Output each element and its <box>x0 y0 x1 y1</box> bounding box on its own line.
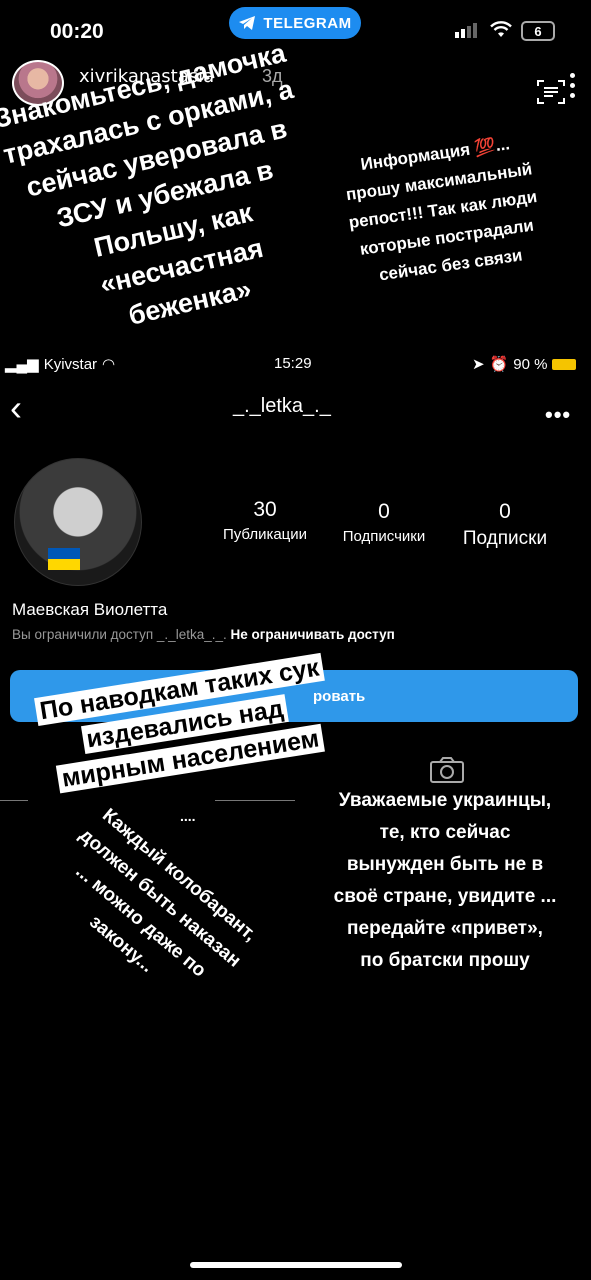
ukraine-flag-icon <box>48 548 80 570</box>
status-time: 00:20 <box>50 20 104 43</box>
restrict-note: Вы ограничили доступ _._letka_._. Не огр… <box>12 627 395 642</box>
sticker-punishment-text: Каждый колобарант, должен быть наказан .… <box>71 804 261 982</box>
inner-status-carrier: ▂▄▆ Kyivstar ◠ <box>5 355 116 374</box>
inner-wifi-icon: ◠ <box>102 356 116 373</box>
profile-more-icon[interactable]: ••• <box>545 402 571 428</box>
telegram-label: TELEGRAM <box>263 14 352 32</box>
location-icon: ➤ <box>472 356 485 373</box>
sticker-info-text: Информация 💯... прошу максимальный репос… <box>344 134 539 285</box>
inner-status-battery: ➤ ⏰ 90 % <box>472 355 577 373</box>
divider <box>215 800 295 801</box>
more-options-icon[interactable] <box>570 73 575 98</box>
signal-icon <box>455 23 477 38</box>
stat-followers[interactable]: 0 Подписчики <box>325 500 443 545</box>
profile-full-name: Маевская Виолетта <box>12 600 168 619</box>
inner-battery-icon <box>552 358 577 370</box>
profile-username: _._letka_._ <box>233 395 331 417</box>
wifi-icon <box>490 21 512 37</box>
battery-indicator: 6 <box>521 21 555 41</box>
back-chevron-icon[interactable]: ‹ <box>10 387 22 429</box>
stat-posts[interactable]: 30 Публикации <box>205 498 325 543</box>
telegram-icon <box>239 16 256 30</box>
inner-status-time: 15:29 <box>274 355 312 372</box>
scan-text-icon[interactable] <box>536 78 566 106</box>
home-indicator[interactable] <box>190 1262 402 1268</box>
stat-following[interactable]: 0 Подписки <box>450 500 560 550</box>
sticker-appeal-text: Уважаемые украинцы, те, кто сейчас вынуж… <box>333 790 557 971</box>
sticker-dots: .... <box>180 808 196 824</box>
inner-signal-icon: ▂▄▆ <box>5 356 39 373</box>
camera-icon <box>430 757 464 783</box>
unrestrict-link[interactable]: Не ограничивать доступ <box>231 627 395 642</box>
alarm-icon: ⏰ <box>489 356 509 373</box>
